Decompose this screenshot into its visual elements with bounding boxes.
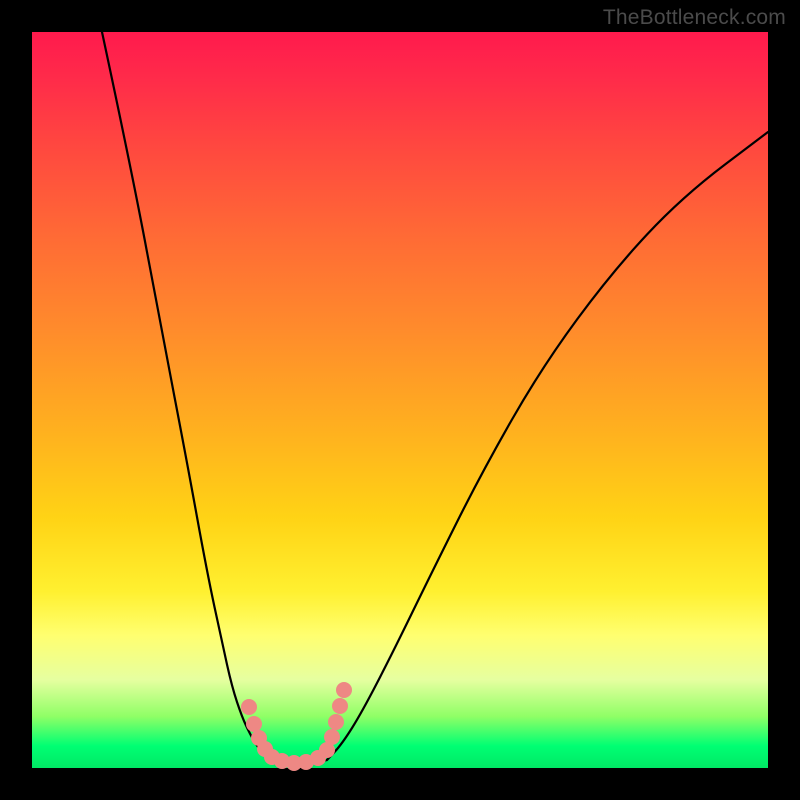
accent-dot — [336, 682, 352, 698]
watermark-text: TheBottleneck.com — [603, 6, 786, 30]
accent-dot-group — [241, 682, 352, 771]
accent-dot — [241, 699, 257, 715]
plot-area — [32, 32, 768, 768]
v-curve-path — [102, 32, 768, 764]
accent-dot — [246, 716, 262, 732]
accent-dot — [332, 698, 348, 714]
accent-dot — [328, 714, 344, 730]
v-curve-svg — [32, 32, 768, 768]
accent-dot — [324, 729, 340, 745]
chart-frame: TheBottleneck.com — [0, 0, 800, 800]
